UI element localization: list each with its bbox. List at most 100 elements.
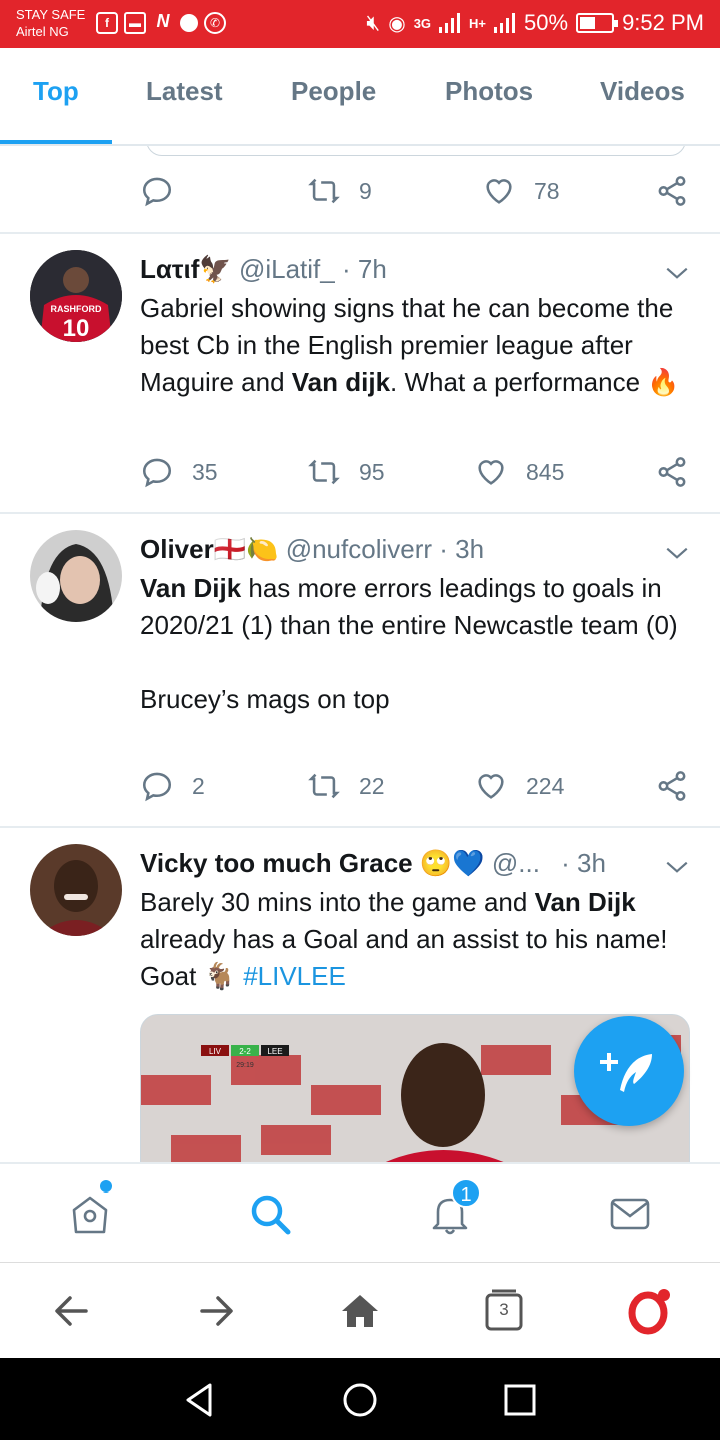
reply-count: 2 — [192, 772, 205, 799]
tweet-actions: 35 95 845 — [0, 455, 720, 495]
text-part: already has a Goal and an assist to his … — [140, 924, 668, 991]
previous-tweet-actions: 9 78 — [0, 174, 720, 214]
tab-people[interactable]: People — [291, 76, 376, 107]
divider — [0, 512, 720, 514]
compose-tweet-button[interactable] — [574, 1016, 684, 1126]
tab-count: 3 — [499, 1300, 509, 1319]
hashtag-link[interactable]: #LIVLEE — [243, 961, 346, 991]
messenger-icon — [180, 14, 198, 32]
avatar-image — [30, 844, 122, 936]
back-arrow-icon[interactable] — [48, 1287, 96, 1335]
share-button[interactable] — [655, 174, 689, 208]
tweet-feed[interactable]: 9 78 RASHFORD 10 Lατιf🦅 @iLatif_ · 7h Ga… — [0, 146, 720, 1162]
home-icon[interactable] — [336, 1287, 384, 1335]
status-right: 🔇︎ ◉ 3G H+ 50% 9:52 PM — [366, 10, 704, 36]
back-triangle-icon[interactable] — [180, 1380, 220, 1420]
score-home: LIV — [209, 1047, 222, 1056]
handle[interactable]: @iLatif_ — [239, 254, 335, 284]
timestamp[interactable]: · 3h — [561, 848, 606, 878]
clock: 9:52 PM — [622, 10, 704, 35]
text-bold: Van Dijk — [534, 887, 636, 917]
share-icon — [658, 771, 686, 801]
text-part: Barely 30 mins into the game and — [140, 887, 535, 917]
recents-square-icon[interactable] — [500, 1380, 540, 1420]
tab-top[interactable]: Top — [33, 76, 79, 107]
share-button[interactable] — [655, 455, 689, 489]
tweet-header: Lατιf🦅 @iLatif_ · 7h — [140, 254, 387, 285]
retweet-icon — [308, 459, 340, 485]
display-name[interactable]: Vicky too much Grace — [140, 848, 413, 878]
home-icon[interactable] — [68, 1192, 112, 1236]
score-time: 29:19 — [236, 1062, 254, 1069]
share-icon — [658, 176, 686, 206]
divider — [0, 826, 720, 828]
facebook-icon: f — [96, 12, 118, 34]
reply-button[interactable] — [140, 174, 174, 208]
whatsapp-icon: ✆ — [204, 12, 226, 34]
reply-button[interactable]: 2 — [140, 769, 205, 803]
system-nav-bar — [0, 1358, 720, 1440]
handle[interactable]: @... — [492, 848, 540, 878]
previous-tweet-image[interactable] — [146, 146, 686, 156]
share-button[interactable] — [655, 769, 689, 803]
home-circle-icon[interactable] — [340, 1380, 380, 1420]
retweet-icon — [308, 773, 340, 799]
retweet-count: 95 — [359, 458, 385, 485]
svg-text:RASHFORD: RASHFORD — [51, 304, 102, 314]
search-icon[interactable] — [248, 1192, 292, 1236]
news-icon: N — [156, 11, 170, 31]
forward-arrow-icon[interactable] — [192, 1287, 240, 1335]
tab-photos[interactable]: Photos — [445, 76, 533, 107]
like-count: 78 — [534, 177, 560, 204]
reply-icon — [142, 458, 172, 488]
notification-badge: 1 — [451, 1178, 481, 1208]
name-emoji: 🏴󠁧󠁢󠁥󠁮󠁧󠁿🍋 — [213, 534, 279, 564]
like-count: 845 — [526, 458, 565, 485]
reply-icon — [142, 772, 172, 802]
score-value: 2-2 — [239, 1047, 251, 1056]
tweet-actions: 2 22 224 — [0, 769, 720, 809]
reply-button[interactable]: 35 — [140, 455, 218, 489]
timestamp[interactable]: · 7h — [342, 254, 387, 284]
carrier-info: STAY SAFE Airtel NG — [16, 6, 85, 40]
like-count: 224 — [526, 772, 565, 799]
browser-nav: 3 — [0, 1262, 720, 1358]
carrier-name: Airtel NG — [16, 24, 69, 39]
battery-percent: 50% — [524, 10, 569, 35]
battery-icon — [576, 13, 619, 33]
network-3g: 3G — [413, 15, 432, 31]
chevron-down-icon[interactable] — [664, 854, 690, 880]
retweet-button[interactable]: 22 — [307, 769, 385, 803]
chat-icon: ▬ — [124, 12, 146, 34]
timestamp[interactable]: · 3h — [439, 534, 484, 564]
retweet-button[interactable]: 95 — [307, 455, 385, 489]
avatar[interactable]: RASHFORD 10 — [30, 250, 122, 342]
avatar[interactable] — [30, 530, 122, 622]
mute-icon: 🔇︎ — [366, 10, 381, 35]
messages-icon[interactable] — [608, 1192, 652, 1236]
share-icon — [658, 457, 686, 487]
display-name[interactable]: Oliver — [140, 534, 214, 564]
like-button[interactable]: 845 — [474, 455, 564, 489]
tab-latest[interactable]: Latest — [146, 76, 223, 107]
tweet-text[interactable]: Barely 30 mins into the game and Van Dij… — [140, 884, 685, 995]
like-button[interactable]: 78 — [482, 174, 560, 208]
tweet-text[interactable]: Gabriel showing signs that he can become… — [140, 290, 685, 401]
status-bar: STAY SAFE Airtel NG f ▬ N ✆ 🔇︎ ◉ 3G H+ 5… — [0, 0, 720, 48]
handle[interactable]: @nufcoliverr — [286, 534, 432, 564]
search-tabs: Top Latest People Photos Videos — [0, 48, 720, 146]
tab-videos[interactable]: Videos — [600, 76, 685, 107]
avatar[interactable] — [30, 844, 122, 936]
heart-icon — [478, 774, 504, 799]
retweet-icon — [308, 178, 340, 204]
name-emoji: 🦅 — [199, 254, 232, 284]
heart-icon — [478, 460, 504, 485]
like-button[interactable]: 224 — [474, 769, 564, 803]
tweet-text[interactable]: Van Dijk has more errors leadings to goa… — [140, 570, 685, 718]
opera-menu-icon[interactable] — [624, 1287, 672, 1335]
retweet-button[interactable]: 9 — [307, 174, 372, 208]
chevron-down-icon[interactable] — [664, 540, 690, 566]
display-name[interactable]: Lατιf — [140, 254, 199, 284]
text-bold: Van Dijk — [140, 573, 242, 603]
chevron-down-icon[interactable] — [664, 260, 690, 286]
